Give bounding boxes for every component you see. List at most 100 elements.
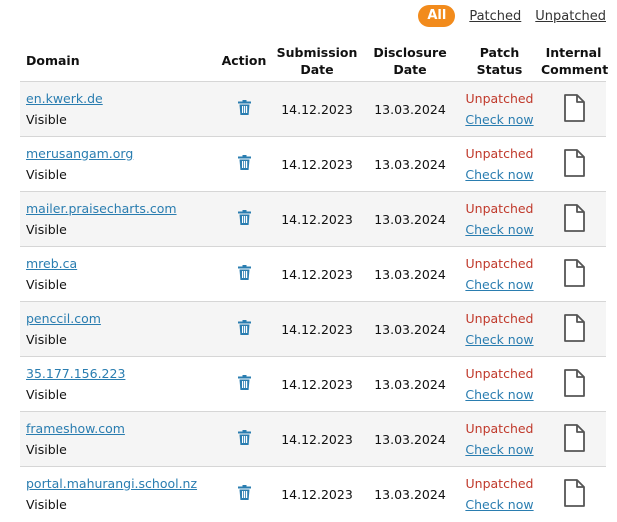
trash-icon[interactable] (237, 100, 251, 118)
patch-status-cell: Unpatched Check now (458, 82, 541, 137)
comment-cell (541, 412, 606, 467)
filter-all-button[interactable]: All (418, 5, 456, 27)
status-badge: Unpatched (465, 145, 534, 161)
submission-date: 14.12.2023 (281, 156, 353, 172)
header-submission-date: Submission Date (276, 44, 358, 77)
check-now-link[interactable]: Check now (458, 386, 541, 404)
status-badge: Unpatched (465, 365, 534, 381)
disclosure-date: 13.03.2024 (374, 156, 446, 172)
table-row: 35.177.156.223 Visible 14.12.2023 13.03.… (20, 356, 606, 412)
check-now-link[interactable]: Check now (458, 496, 541, 514)
trash-icon[interactable] (237, 155, 251, 173)
trash-icon[interactable] (237, 320, 251, 338)
document-icon[interactable] (563, 148, 585, 180)
submission-date: 14.12.2023 (281, 486, 353, 502)
domain-link[interactable]: mailer.praisecharts.com (26, 200, 216, 218)
domain-link[interactable]: merusangam.org (26, 145, 216, 163)
domain-link[interactable]: portal.mahurangi.school.nz (26, 475, 216, 493)
check-now-link[interactable]: Check now (458, 331, 541, 349)
status-badge: Unpatched (465, 310, 534, 326)
action-cell (216, 467, 272, 522)
submission-date: 14.12.2023 (281, 431, 353, 447)
submission-date: 14.12.2023 (281, 211, 353, 227)
patch-status-cell: Unpatched Check now (458, 137, 541, 192)
visibility-label: Visible (26, 111, 67, 127)
check-now-link[interactable]: Check now (458, 276, 541, 294)
action-cell (216, 357, 272, 412)
header-internal-comment: Internal Comment (541, 44, 609, 77)
trash-icon[interactable] (237, 485, 251, 503)
check-now-link[interactable]: Check now (458, 441, 541, 459)
patch-status-cell: Unpatched Check now (458, 302, 541, 357)
submission-date: 14.12.2023 (281, 266, 353, 282)
disclosure-date: 13.03.2024 (374, 376, 446, 392)
comment-cell (541, 357, 606, 412)
visibility-label: Visible (26, 441, 67, 457)
disclosure-date: 13.03.2024 (374, 211, 446, 227)
visibility-label: Visible (26, 276, 67, 292)
table-row: mreb.ca Visible 14.12.2023 13.03.2024 Un… (20, 246, 606, 302)
check-now-link[interactable]: Check now (458, 111, 541, 129)
visibility-label: Visible (26, 386, 67, 402)
domain-link[interactable]: mreb.ca (26, 255, 216, 273)
domain-cell: merusangam.org Visible (20, 137, 216, 192)
comment-cell (541, 137, 606, 192)
table-row: portal.mahurangi.school.nz Visible 14.12… (20, 466, 606, 522)
action-cell (216, 137, 272, 192)
domain-cell: frameshow.com Visible (20, 412, 216, 467)
action-cell (216, 82, 272, 137)
domain-link[interactable]: 35.177.156.223 (26, 365, 216, 383)
domain-cell: penccil.com Visible (20, 302, 216, 357)
action-cell (216, 247, 272, 302)
document-icon[interactable] (563, 478, 585, 510)
document-icon[interactable] (563, 203, 585, 235)
header-disclosure-date: Disclosure Date (373, 44, 447, 77)
patch-status-cell: Unpatched Check now (458, 357, 541, 412)
comment-cell (541, 192, 606, 247)
disclosure-date: 13.03.2024 (374, 101, 446, 117)
trash-icon[interactable] (237, 210, 251, 228)
check-now-link[interactable]: Check now (458, 166, 541, 184)
document-icon[interactable] (563, 313, 585, 345)
patch-status-cell: Unpatched Check now (458, 467, 541, 522)
document-icon[interactable] (563, 423, 585, 455)
table-row: mailer.praisecharts.com Visible 14.12.20… (20, 191, 606, 247)
comment-cell (541, 82, 606, 137)
disclosure-date: 13.03.2024 (374, 321, 446, 337)
domain-link[interactable]: frameshow.com (26, 420, 216, 438)
header-action: Action (221, 53, 267, 68)
status-badge: Unpatched (465, 90, 534, 106)
patch-status-cell: Unpatched Check now (458, 412, 541, 467)
trash-icon[interactable] (237, 375, 251, 393)
document-icon[interactable] (563, 93, 585, 125)
table-header-row: Domain Action Submission Date Disclosure D… (20, 40, 609, 82)
action-cell (216, 412, 272, 467)
status-badge: Unpatched (465, 255, 534, 271)
filter-unpatched-link[interactable]: Unpatched (535, 9, 606, 24)
disclosure-date: 13.03.2024 (374, 486, 446, 502)
document-icon[interactable] (563, 368, 585, 400)
domain-cell: en.kwerk.de Visible (20, 82, 216, 137)
domain-link[interactable]: penccil.com (26, 310, 216, 328)
filter-bar: All Patched Unpatched (418, 5, 606, 27)
comment-cell (541, 467, 606, 522)
filter-patched-link[interactable]: Patched (469, 9, 521, 24)
comment-cell (541, 302, 606, 357)
visibility-label: Visible (26, 166, 67, 182)
check-now-link[interactable]: Check now (458, 221, 541, 239)
action-cell (216, 192, 272, 247)
status-badge: Unpatched (465, 475, 534, 491)
comment-cell (541, 247, 606, 302)
table-row: frameshow.com Visible 14.12.2023 13.03.2… (20, 411, 606, 467)
domain-link[interactable]: en.kwerk.de (26, 90, 216, 108)
submission-date: 14.12.2023 (281, 321, 353, 337)
document-icon[interactable] (563, 258, 585, 290)
trash-icon[interactable] (237, 265, 251, 283)
submission-date: 14.12.2023 (281, 376, 353, 392)
header-patch-status: Patch Status (476, 44, 523, 77)
submissions-table: Domain Action Submission Date Disclosure D… (20, 40, 609, 522)
submission-date: 14.12.2023 (281, 101, 353, 117)
domain-cell: mreb.ca Visible (20, 247, 216, 302)
disclosure-date: 13.03.2024 (374, 431, 446, 447)
trash-icon[interactable] (237, 430, 251, 448)
